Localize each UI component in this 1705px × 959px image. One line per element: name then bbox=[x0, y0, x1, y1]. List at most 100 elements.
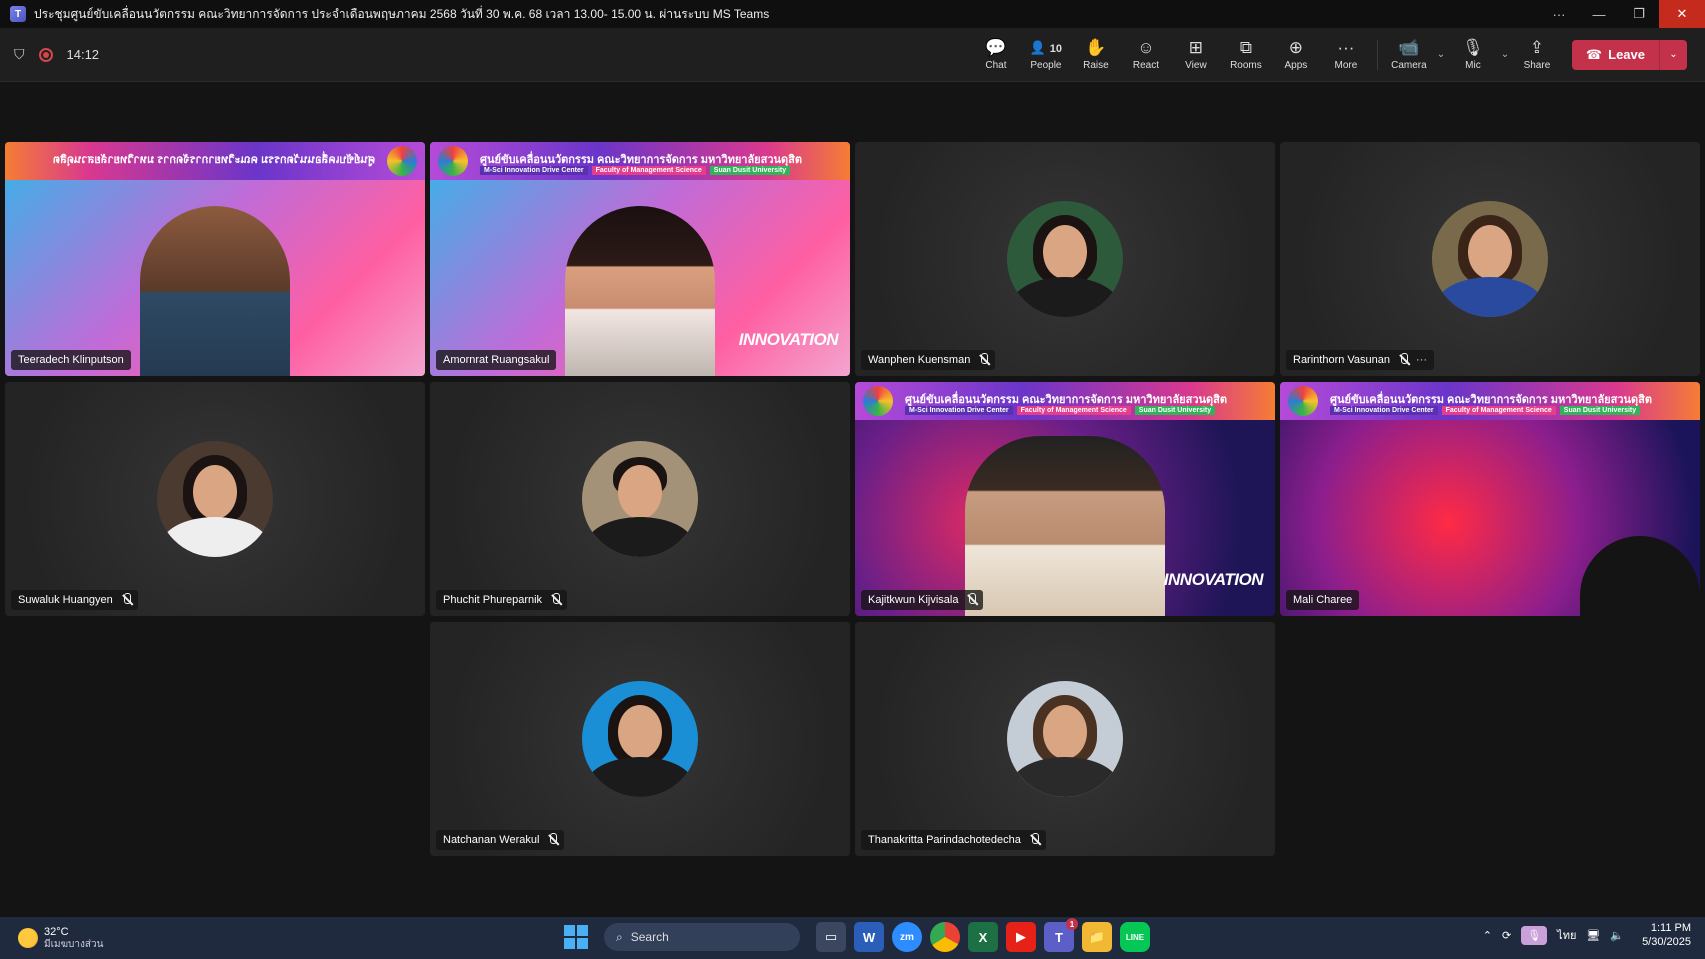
participant-tile[interactable]: Phuchit Phureparnik bbox=[430, 382, 850, 616]
task-view-icon[interactable]: ▭ bbox=[816, 922, 846, 952]
shield-icon: ⛉ bbox=[14, 46, 25, 62]
banner-sub-center: M-Sci Innovation Drive Center bbox=[1330, 406, 1438, 415]
windows-start-icon[interactable] bbox=[564, 925, 588, 949]
apps-button[interactable]: ⊕ Apps bbox=[1271, 28, 1321, 82]
midc-logo bbox=[1288, 386, 1318, 416]
minimize-button[interactable]: — bbox=[1579, 0, 1619, 28]
participant-name-tag: Wanphen Kuensman bbox=[861, 350, 996, 370]
taskbar-search[interactable]: ⌕ Search bbox=[604, 923, 800, 951]
participant-tile[interactable]: ศูนย์ขับเคลื่อนนวัตกรรม คณะวิทยาการจัดกา… bbox=[855, 382, 1275, 616]
mic-options-chevron-icon[interactable]: ⌄ bbox=[1498, 49, 1512, 60]
hand-icon: ✋ bbox=[1085, 38, 1107, 57]
restore-button[interactable]: ❐ bbox=[1619, 0, 1659, 28]
chat-button[interactable]: 💬 Chat bbox=[971, 28, 1021, 82]
banner-sub-faculty: Faculty of Management Science bbox=[591, 166, 706, 175]
participant-avatar bbox=[582, 681, 698, 797]
participant-name-tag: Amornrat Ruangsakul bbox=[436, 350, 557, 370]
participant-tile[interactable]: ศูนย์ขับเคลื่อนนวัตกรรม คณะวิทยาการจัดกา… bbox=[430, 142, 850, 376]
banner-sub-center: M-Sci Innovation Drive Center bbox=[905, 406, 1013, 415]
innovation-watermark: INNOVATION bbox=[738, 330, 839, 349]
participant-name-tag: Natchanan Werakul bbox=[436, 830, 565, 850]
youtube-icon[interactable]: ▶ bbox=[1006, 922, 1036, 952]
virtual-background-banner: ศูนย์ขับเคลื่อนนวัตกรรม คณะวิทยาการจัดกา… bbox=[1280, 382, 1700, 420]
participant-video bbox=[565, 206, 715, 376]
share-button[interactable]: ⇪ Share bbox=[1512, 28, 1562, 82]
line-icon[interactable]: LINE bbox=[1120, 922, 1150, 952]
view-button[interactable]: ⊞ View bbox=[1171, 28, 1221, 82]
participant-tile[interactable]: Suwaluk Huangyen bbox=[5, 382, 425, 616]
share-label: Share bbox=[1523, 60, 1551, 71]
participant-more-icon[interactable]: ··· bbox=[1416, 354, 1427, 366]
file-explorer-icon[interactable]: 📁 bbox=[1082, 922, 1112, 952]
window-titlebar: T ประชุมศูนย์ขับเคลื่อนนวัตกรรม คณะวิทยา… bbox=[0, 0, 1705, 28]
banner-subtitles: M-Sci Innovation Drive Center Faculty of… bbox=[480, 166, 791, 175]
apps-icon: ⊕ bbox=[1288, 38, 1304, 57]
participant-avatar bbox=[1432, 201, 1548, 317]
participant-tile[interactable]: Natchanan Werakul bbox=[430, 622, 850, 856]
video-gallery: ศูนย์ขับเคลื่อนนวัตกรรม คณะวิทยาการจัดกา… bbox=[0, 82, 1705, 917]
smiley-icon: ☺ bbox=[1137, 38, 1155, 57]
camera-button[interactable]: 📹 Camera bbox=[1384, 28, 1434, 82]
more-options-button[interactable]: ··· bbox=[1539, 0, 1579, 28]
participant-tile[interactable]: Rarinthorn Vasunan ··· bbox=[1280, 142, 1700, 376]
midc-logo bbox=[863, 386, 893, 416]
chevron-up-icon[interactable]: ⌃ bbox=[1483, 929, 1492, 942]
teams-icon[interactable]: T1 bbox=[1044, 918, 1078, 952]
participant-name: Rarinthorn Vasunan bbox=[1293, 354, 1391, 366]
network-icon[interactable]: 🖥 bbox=[1586, 929, 1600, 942]
chrome-icon[interactable] bbox=[930, 922, 960, 952]
participant-tile[interactable]: Wanphen Kuensman bbox=[855, 142, 1275, 376]
excel-icon[interactable]: X bbox=[968, 922, 998, 952]
close-window-button[interactable]: ✕ bbox=[1659, 0, 1705, 28]
participant-name-tag: Mali Charee bbox=[1286, 590, 1360, 610]
participant-avatar bbox=[157, 441, 273, 557]
volume-icon[interactable]: 🔈 bbox=[1610, 929, 1624, 942]
more-button[interactable]: ··· More bbox=[1321, 28, 1371, 82]
participant-name: Kajitkwun Kijvisala bbox=[868, 594, 959, 606]
ellipsis-icon: ··· bbox=[1337, 38, 1355, 57]
rooms-icon: ⧉ bbox=[1239, 38, 1252, 57]
chat-icon: 💬 bbox=[985, 38, 1007, 57]
recording-icon bbox=[38, 47, 53, 62]
zoom-icon[interactable]: zm bbox=[892, 922, 922, 952]
participant-name: Amornrat Ruangsakul bbox=[443, 354, 550, 366]
mic-off-icon bbox=[550, 593, 561, 607]
system-tray: ⌃ ⟳ 🎙 ไทย 🖥 🔈 1:11 PM 5/30/2025 bbox=[1483, 921, 1691, 949]
participant-avatar bbox=[1007, 201, 1123, 317]
raise-label: Raise bbox=[1083, 60, 1109, 71]
mic-in-use-icon[interactable]: 🎙 bbox=[1521, 925, 1548, 945]
windows-taskbar: 32°C มีเมฆบางส่วน ⌕ Search ▭ W zm X ▶ T1… bbox=[0, 917, 1705, 959]
meeting-timer: 14:12 bbox=[66, 47, 100, 62]
camera-options-chevron-icon[interactable]: ⌄ bbox=[1434, 49, 1448, 60]
rooms-button[interactable]: ⧉ Rooms bbox=[1221, 28, 1271, 82]
language-indicator[interactable]: ไทย bbox=[1557, 926, 1576, 944]
react-button[interactable]: ☺ React bbox=[1121, 28, 1171, 82]
leave-options-chevron-icon[interactable]: ⌄ bbox=[1659, 39, 1687, 70]
participant-tile[interactable]: ศูนย์ขับเคลื่อนนวัตกรรม คณะวิทยาการจัดกา… bbox=[1280, 382, 1700, 616]
mic-button[interactable]: 🎙 Mic bbox=[1448, 28, 1498, 82]
virtual-background-banner: ศูนย์ขับเคลื่อนนวัตกรรม คณะวิทยาการจัดกา… bbox=[855, 382, 1275, 420]
apps-label: Apps bbox=[1284, 60, 1308, 71]
participant-tile[interactable]: Thanakritta Parindachotedecha bbox=[855, 622, 1275, 856]
word-icon[interactable]: W bbox=[854, 922, 884, 952]
people-button[interactable]: 👤 10 People bbox=[1021, 28, 1071, 82]
more-label: More bbox=[1334, 60, 1358, 71]
participant-tile[interactable]: ศูนย์ขับเคลื่อนนวัตกรรม คณะวิทยาการจัดกา… bbox=[5, 142, 425, 376]
leave-button[interactable]: ☎ Leave bbox=[1571, 39, 1659, 70]
participant-name-tag: Teeradech Klinputson bbox=[11, 350, 131, 370]
banner-sub-university: Suan Dusit University bbox=[1134, 406, 1216, 415]
sync-icon[interactable]: ⟳ bbox=[1502, 929, 1511, 942]
search-label: Search bbox=[630, 930, 669, 944]
react-label: React bbox=[1132, 60, 1159, 71]
banner-title: ศูนย์ขับเคลื่อนนวัตกรรม คณะวิทยาการจัดกา… bbox=[52, 154, 375, 166]
people-icon: 👤 10 bbox=[1029, 40, 1062, 55]
system-clock[interactable]: 1:11 PM 5/30/2025 bbox=[1642, 921, 1691, 949]
mic-off-icon bbox=[121, 593, 131, 607]
participant-name: Mali Charee bbox=[1293, 594, 1353, 606]
leave-control: ☎ Leave ⌄ bbox=[1571, 39, 1687, 70]
midc-logo bbox=[438, 146, 468, 176]
participant-name-tag: Suwaluk Huangyen bbox=[11, 590, 138, 610]
weather-widget[interactable]: 32°C มีเมฆบางส่วน bbox=[0, 926, 250, 951]
search-icon: ⌕ bbox=[616, 929, 623, 944]
raise-hand-button[interactable]: ✋ Raise bbox=[1071, 28, 1121, 82]
